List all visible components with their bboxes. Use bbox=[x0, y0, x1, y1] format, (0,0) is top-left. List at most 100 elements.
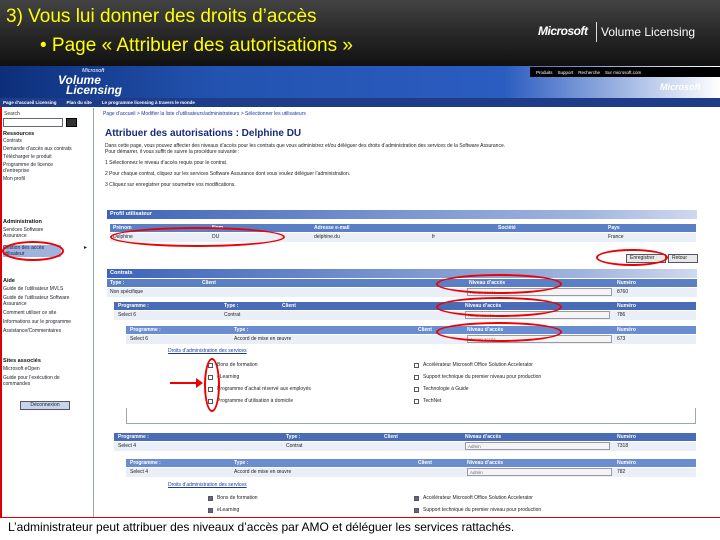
service-label: Accélérateur Microsoft Office Solution A… bbox=[423, 495, 533, 501]
annotation-ellipse-profile bbox=[110, 227, 285, 247]
sidebar-item-sa-services[interactable]: Services Software Assurance bbox=[3, 227, 65, 239]
service-label: eLearning bbox=[217, 507, 240, 513]
program-access-select[interactable]: Admin bbox=[465, 442, 610, 450]
sidebar-item-access-request[interactable]: Demande d’accès aux contrats bbox=[3, 146, 73, 152]
service-label: Support technique du premier niveau pour… bbox=[423, 507, 542, 513]
logout-button[interactable]: Déconnexion bbox=[20, 401, 70, 410]
service-checkbox[interactable] bbox=[414, 398, 419, 404]
profile-section-header: Profil utilisateur bbox=[107, 210, 697, 219]
annotation-ellipse-save bbox=[596, 249, 668, 266]
annotation-ellipse-access-2 bbox=[436, 297, 562, 317]
program-number: 786 bbox=[617, 312, 626, 318]
service-checkbox[interactable] bbox=[414, 507, 419, 513]
chevron-right-icon: ▸ bbox=[84, 245, 88, 251]
program-header-1: Programme : Type : Client Niveau d’accès… bbox=[114, 302, 696, 310]
search-button[interactable] bbox=[66, 118, 77, 127]
sub-program-name: Select 6 bbox=[130, 336, 149, 342]
top-link-support[interactable]: Support bbox=[558, 70, 574, 75]
sidebar-head-resources: Ressources bbox=[3, 131, 35, 137]
search-input[interactable] bbox=[3, 118, 63, 127]
program-row-2: Select 4 Contrat Admin 7318 bbox=[114, 442, 696, 451]
service-item: eLearning bbox=[208, 372, 408, 382]
col-program: Programme : bbox=[118, 303, 149, 309]
sub-program-name: Select 4 bbox=[130, 469, 149, 475]
sub-row-2: Select 4 Accord de mise en œuvre Admin 7… bbox=[126, 468, 696, 477]
service-checkbox[interactable] bbox=[414, 362, 419, 368]
sub-program-number: 782 bbox=[617, 469, 626, 475]
intro-text: Dans cette page, vous pouvez affecter de… bbox=[105, 143, 705, 188]
nav-home[interactable]: Page d’accueil Licensing bbox=[3, 100, 57, 105]
service-item: Programme d’achat réservé aux employés bbox=[208, 384, 408, 394]
annotation-ellipse-sidebar bbox=[2, 241, 64, 261]
col-sub-program: Programme : bbox=[130, 327, 161, 333]
intro-step-3: 3 Cliquez sur enregistrer pour soumettre… bbox=[105, 182, 236, 188]
sidebar-head-related: Sites associés bbox=[3, 358, 41, 364]
nav-worldwide[interactable]: Le programme licensing à travers le mond… bbox=[102, 100, 195, 105]
program-type: Contrat bbox=[224, 312, 241, 318]
program-header-2: Programme : Type : Client Niveau d’accès… bbox=[114, 433, 696, 441]
program-name: Select 6 bbox=[118, 312, 137, 318]
sidebar-item-sa-guide[interactable]: Guide de l’utilisateur Software Assuranc… bbox=[3, 295, 75, 307]
service-item: Bons de formation bbox=[208, 360, 408, 370]
top-link-search[interactable]: Recherche bbox=[578, 70, 600, 75]
breadcrumb[interactable]: Page d’accueil > Modifier la liste d’uti… bbox=[103, 111, 306, 117]
slide-bullet: • Page « Attribuer des autorisations » bbox=[40, 35, 353, 56]
services-right-list-2: Accélérateur Microsoft Office Solution A… bbox=[414, 493, 674, 515]
sidebar-head-administration: Administration bbox=[3, 219, 42, 225]
sidebar-item-assistance[interactable]: Assistance/Commentaires bbox=[3, 328, 75, 334]
program-name: Select 4 bbox=[118, 443, 137, 449]
top-links: Produits Support Recherche Sur microsoft… bbox=[530, 67, 720, 77]
service-checkbox[interactable] bbox=[414, 495, 419, 501]
sidebar-item-contracts[interactable]: Contrats bbox=[3, 138, 91, 144]
top-link-microsoft[interactable]: Sur microsoft.com bbox=[605, 70, 641, 75]
annotation-ellipse-access-1 bbox=[436, 274, 562, 294]
service-item: eLearning bbox=[208, 505, 408, 515]
service-label: Technologie à Guide bbox=[423, 386, 469, 392]
site-navbar: Page d’accueil Licensing Plan du site Le… bbox=[0, 98, 720, 107]
slide-caption: L’administrateur peut attribuer des nive… bbox=[8, 520, 515, 534]
top-link-products[interactable]: Produits bbox=[536, 70, 553, 75]
sub-program-number: 673 bbox=[617, 336, 626, 342]
sidebar-item-eopen[interactable]: Microsoft eOpen bbox=[3, 366, 75, 372]
sidebar-item-howto[interactable]: Comment utiliser ce site bbox=[3, 310, 75, 316]
sidebar-item-download[interactable]: Télécharger le produit bbox=[3, 154, 63, 160]
sub-program-type: Accord de mise en œuvre bbox=[234, 336, 292, 342]
nav-sitemap[interactable]: Plan du site bbox=[67, 100, 92, 105]
sidebar-item-program-info[interactable]: Informations sur le programme bbox=[3, 319, 75, 325]
sub-access-select[interactable]: Admin bbox=[467, 468, 612, 476]
col-prog-access: Niveau d’accès bbox=[465, 434, 502, 440]
col-prog-type: Type : bbox=[286, 434, 301, 440]
service-checkbox[interactable] bbox=[414, 386, 419, 392]
service-item: Technologie à Guide bbox=[414, 384, 674, 394]
volume-licensing-logo: Volume Licensing bbox=[601, 25, 696, 39]
annotation-arrow-icon bbox=[170, 378, 203, 388]
sidebar-resources-list: Contrats Demande d’accès aux contrats Té… bbox=[3, 138, 91, 182]
col-prog-number: Numéro bbox=[617, 303, 636, 309]
service-label: eLearning bbox=[217, 374, 240, 380]
services-left-list: Bons de formation eLearning Programme d’… bbox=[208, 360, 408, 406]
sidebar-item-enterprise[interactable]: Programme de licence d’entreprise bbox=[3, 162, 73, 174]
col-company: Société bbox=[498, 225, 516, 231]
service-item: Accélérateur Microsoft Office Solution A… bbox=[414, 360, 674, 370]
back-button[interactable]: Retour bbox=[668, 254, 698, 263]
slide-title: 3) Vous lui donner des droits d’accès bbox=[6, 6, 317, 27]
service-checkbox[interactable] bbox=[208, 495, 213, 501]
service-label: Accélérateur Microsoft Office Solution A… bbox=[423, 362, 533, 368]
services-rights-title: Droits d’administration des services bbox=[168, 348, 247, 354]
service-item: Programme d’utilisation à domicile bbox=[208, 396, 408, 406]
service-label: Programme d’achat réservé aux employés bbox=[217, 386, 311, 392]
service-label: Bons de formation bbox=[217, 362, 258, 368]
service-checkbox[interactable] bbox=[208, 507, 213, 513]
sub-row-1: Select 6 Accord de mise en œuvre Aucun a… bbox=[126, 335, 696, 344]
sidebar-item-mvls-guide[interactable]: Guide de l’utilisateur MVLS bbox=[3, 286, 75, 292]
program-row-1: Select 6 Contrat Aucun accès 786 bbox=[114, 311, 696, 320]
service-checkbox[interactable] bbox=[414, 374, 419, 380]
sidebar-item-orders[interactable]: Guide pour l’exécution de commandes bbox=[3, 375, 75, 387]
service-item: Accélérateur Microsoft Office Solution A… bbox=[414, 493, 674, 503]
sub-header-1: Programme : Type : Client Niveau d’accès… bbox=[126, 326, 696, 334]
annotation-ellipse-checkboxes bbox=[204, 358, 220, 412]
col-prog-client: Client bbox=[282, 303, 296, 309]
sidebar-item-profile[interactable]: Mon profil bbox=[3, 176, 91, 182]
col-sub-access: Niveau d’accès bbox=[467, 460, 504, 466]
arrow-head bbox=[196, 378, 203, 388]
